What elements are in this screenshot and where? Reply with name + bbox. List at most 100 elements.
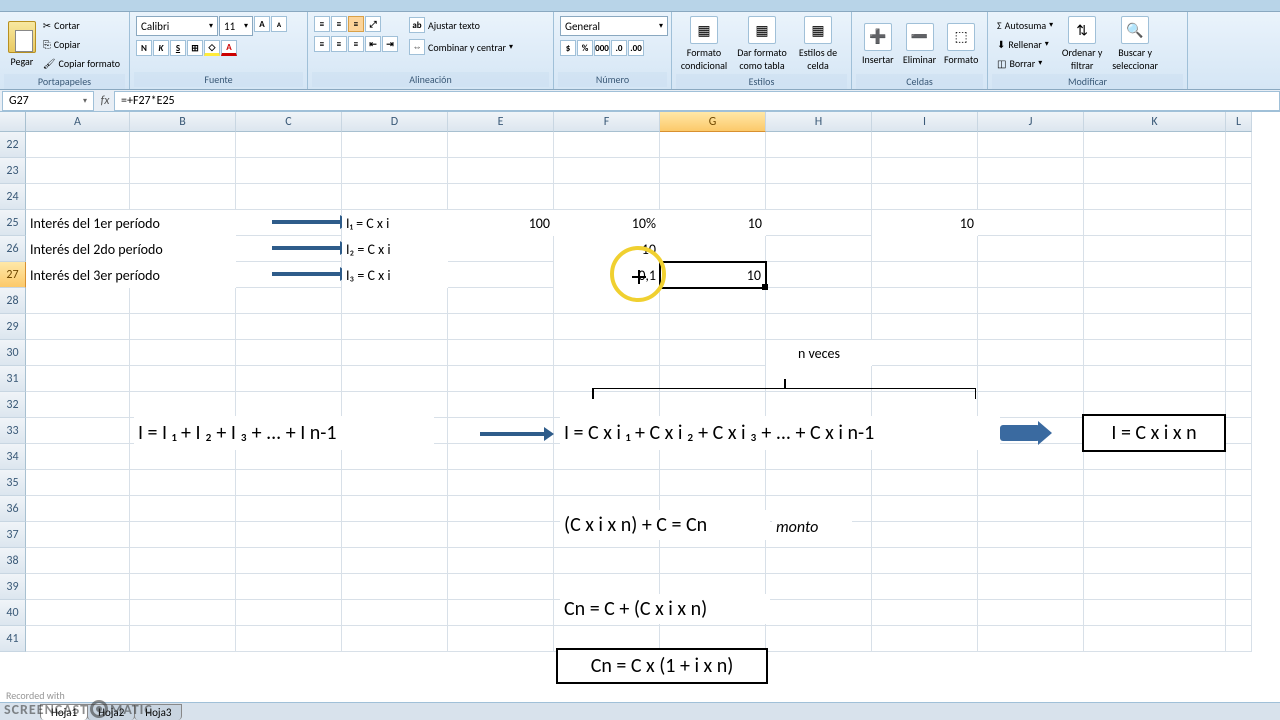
merge-center-button[interactable]: ⇔Combinar y centrar▾ [406, 38, 516, 56]
align-top-button[interactable]: ≡ [314, 16, 330, 32]
copy-button[interactable]: ⎘Copiar [40, 35, 123, 53]
row-header-38[interactable]: 38 [0, 548, 26, 574]
group-edit-label: Modificar [992, 74, 1183, 89]
cell-A27[interactable]: Interés del 3er período [26, 262, 236, 288]
row-header-34[interactable]: 34 [0, 444, 26, 470]
cut-button[interactable]: ✂Cortar [40, 16, 123, 34]
sigma-icon: Σ [997, 19, 1002, 32]
cell-G27-selected[interactable]: 10 [659, 261, 767, 289]
group-styles-label: Estilos [676, 74, 847, 89]
col-header-L[interactable]: L [1226, 112, 1252, 132]
row-header-25[interactable]: 25 [0, 210, 26, 236]
format-painter-button[interactable]: 🖌Copiar formato [40, 54, 123, 72]
row-header-24[interactable]: 24 [0, 184, 26, 210]
shrink-font-button[interactable]: A [271, 16, 287, 32]
col-header-K[interactable]: K [1084, 112, 1226, 132]
bold-button[interactable]: N [136, 40, 152, 56]
orientation-button[interactable]: ⤢ [365, 16, 381, 32]
row-header-32[interactable]: 32 [0, 392, 26, 418]
cell-D25[interactable]: I₁ = C x i [342, 210, 448, 236]
name-box[interactable]: G27▾ [2, 91, 94, 111]
col-header-D[interactable]: D [342, 112, 448, 132]
align-middle-button[interactable]: ≡ [331, 16, 347, 32]
cell-F25[interactable]: 10% [554, 210, 660, 236]
row-header-27[interactable]: 27 [0, 262, 26, 288]
spreadsheet-grid[interactable]: ABCDEFGHIJKL 222324252627282930313233343… [0, 112, 1280, 132]
col-header-E[interactable]: E [448, 112, 554, 132]
conditional-format-button[interactable]: ▦Formato condicional [678, 16, 730, 72]
indent-inc-button[interactable]: ⇥ [382, 36, 398, 52]
row-header-35[interactable]: 35 [0, 470, 26, 496]
cell-D27[interactable]: I₃ = C x i [342, 262, 448, 288]
select-all-corner[interactable] [0, 112, 26, 132]
percent-button[interactable]: % [577, 40, 593, 56]
row-header-40[interactable]: 40 [0, 600, 26, 626]
col-header-A[interactable]: A [26, 112, 130, 132]
dec-decimal-button[interactable]: .00 [628, 40, 644, 56]
col-header-F[interactable]: F [554, 112, 660, 132]
align-right-button[interactable]: ≡ [348, 36, 364, 52]
insert-button[interactable]: ➕Insertar [858, 16, 898, 72]
row-header-28[interactable]: 28 [0, 288, 26, 314]
find-select-button[interactable]: 🔍Buscar y seleccionar [1108, 16, 1162, 72]
underline-button[interactable]: S [170, 40, 186, 56]
col-header-H[interactable]: H [766, 112, 872, 132]
col-header-I[interactable]: I [872, 112, 978, 132]
row-header-26[interactable]: 26 [0, 236, 26, 262]
cell-styles-button[interactable]: ▦Estilos de celda [794, 16, 842, 72]
cell-D26[interactable]: I₂ = C x i [342, 236, 448, 262]
cell-F26[interactable]: 10 [554, 236, 660, 262]
ribbon: Pegar ✂Cortar ⎘Copiar 🖌Copiar formato Po… [0, 12, 1280, 90]
row-header-31[interactable]: 31 [0, 366, 26, 392]
number-format-select[interactable]: General▾ [560, 16, 668, 36]
row-header-30[interactable]: 30 [0, 340, 26, 366]
col-header-B[interactable]: B [130, 112, 236, 132]
format-as-table-button[interactable]: ▦Dar formato como tabla [732, 16, 792, 72]
cell-G25[interactable]: 10 [660, 210, 766, 236]
font-size-select[interactable]: 11▾ [219, 16, 253, 36]
sort-filter-button[interactable]: ⇅Ordenar y filtrar [1058, 16, 1106, 72]
row-header-23[interactable]: 23 [0, 158, 26, 184]
align-bottom-button[interactable]: ≡ [348, 16, 364, 32]
align-center-button[interactable]: ≡ [331, 36, 347, 52]
paste-button[interactable]: Pegar [6, 16, 38, 72]
comma-button[interactable]: 000 [594, 40, 610, 56]
cell-A25[interactable]: Interés del 1er período [26, 210, 236, 236]
row-header-39[interactable]: 39 [0, 574, 26, 600]
font-color-button[interactable]: A [221, 40, 237, 56]
col-header-J[interactable]: J [978, 112, 1084, 132]
row-header-41[interactable]: 41 [0, 626, 26, 652]
cell-nveces[interactable]: n veces [766, 340, 872, 366]
wrap-icon: ab [409, 17, 425, 33]
eq-39: Cn = C + (C x i x n) [560, 594, 770, 624]
row-header-37[interactable]: 37 [0, 522, 26, 548]
row-header-36[interactable]: 36 [0, 496, 26, 522]
col-header-G[interactable]: G [660, 112, 766, 132]
clear-button[interactable]: ◫Borrar▾ [994, 54, 1056, 72]
format-button[interactable]: ⬚Formato [941, 16, 981, 72]
fx-icon[interactable]: fx [96, 94, 114, 108]
formula-input[interactable]: =+F27*E25 [114, 91, 1280, 111]
cell-E25[interactable]: 100 [448, 210, 554, 236]
row-header-33[interactable]: 33 [0, 418, 26, 444]
currency-button[interactable]: $ [560, 40, 576, 56]
border-button[interactable]: ⊞ [187, 40, 203, 56]
autosum-button[interactable]: ΣAutosuma▾ [994, 16, 1056, 34]
cell-A26[interactable]: Interés del 2do período [26, 236, 236, 262]
font-name-select[interactable]: Calibri▾ [136, 16, 218, 36]
wrap-text-button[interactable]: abAjustar texto [406, 16, 516, 34]
align-left-button[interactable]: ≡ [314, 36, 330, 52]
arrow-icon [480, 432, 546, 436]
fill-button[interactable]: ⬇Rellenar▾ [994, 35, 1056, 53]
cell-I25[interactable]: 10 [872, 210, 978, 236]
indent-dec-button[interactable]: ⇤ [365, 36, 381, 52]
sheet-tabs: Hoja1 Hoja2 Hoja3 [0, 702, 1280, 720]
row-header-29[interactable]: 29 [0, 314, 26, 340]
grow-font-button[interactable]: A [254, 16, 270, 32]
delete-button[interactable]: ➖Eliminar [900, 16, 940, 72]
col-header-C[interactable]: C [236, 112, 342, 132]
inc-decimal-button[interactable]: .0 [611, 40, 627, 56]
italic-button[interactable]: K [153, 40, 169, 56]
fill-color-button[interactable]: ◇ [204, 40, 220, 56]
row-header-22[interactable]: 22 [0, 132, 26, 158]
